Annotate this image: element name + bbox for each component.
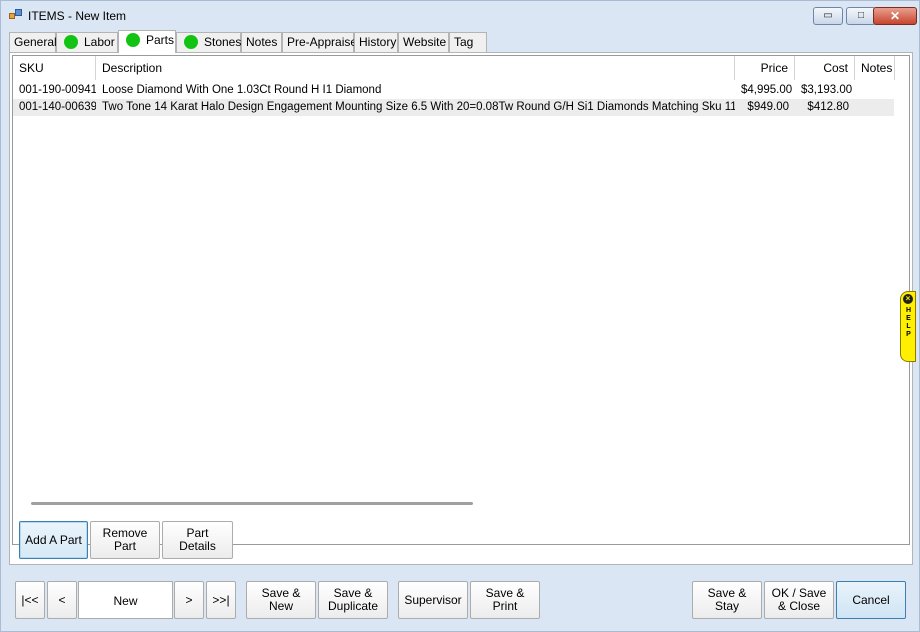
- tab-label: General: [14, 35, 57, 49]
- supervisor-button[interactable]: Supervisor: [398, 581, 468, 619]
- close-icon[interactable]: ×: [903, 294, 913, 304]
- cell-price: $949.00: [747, 101, 789, 113]
- maximize-button[interactable]: □: [846, 7, 876, 25]
- tab-parts[interactable]: Parts: [118, 30, 176, 53]
- add-part-button[interactable]: Add A Part: [19, 521, 88, 559]
- save-new-button[interactable]: Save & New: [246, 581, 316, 619]
- table-row[interactable]: 001-140-00639 Two Tone 14 Karat Halo Des…: [13, 99, 894, 116]
- tab-general[interactable]: General: [9, 32, 57, 52]
- parts-grid[interactable]: SKU Description Price Cost Notes 001-190…: [12, 55, 910, 545]
- horizontal-scrollbar[interactable]: [31, 502, 473, 505]
- last-record-button[interactable]: >>|: [206, 581, 236, 619]
- cell-price: $4,995.00: [741, 84, 793, 96]
- grid-header: SKU Description Price Cost Notes: [13, 56, 909, 80]
- ok-save-close-button[interactable]: OK / Save & Close: [764, 581, 834, 619]
- close-button[interactable]: ✕: [873, 7, 917, 25]
- tab-label: Labor: [84, 35, 115, 49]
- tab-history[interactable]: History: [354, 32, 398, 52]
- next-record-button[interactable]: >: [174, 581, 204, 619]
- tab-label: Parts: [146, 33, 175, 47]
- status-dot-icon: [126, 33, 140, 47]
- window-title: ITEMS - New Item: [28, 9, 127, 23]
- cell-cost: $3,193.00: [801, 84, 853, 96]
- save-print-button[interactable]: Save & Print: [470, 581, 540, 619]
- tab-tag[interactable]: Tag: [449, 32, 487, 52]
- cancel-button[interactable]: Cancel: [836, 581, 906, 619]
- tab-label: Website: [403, 35, 447, 49]
- tab-labor[interactable]: Labor: [56, 32, 118, 52]
- title-bar[interactable]: ITEMS - New Item ▭ □ ✕: [1, 1, 919, 29]
- minimize-button[interactable]: ▭: [813, 7, 843, 25]
- part-details-button[interactable]: Part Details: [162, 521, 233, 559]
- column-header-description[interactable]: Description: [96, 56, 735, 80]
- save-stay-button[interactable]: Save & Stay: [692, 581, 762, 619]
- cell-notes: [855, 82, 895, 99]
- column-header-sku[interactable]: SKU: [13, 56, 96, 80]
- tab-label: Notes: [246, 35, 278, 49]
- tab-label: Tag: [454, 35, 474, 49]
- remove-part-button[interactable]: Remove Part: [90, 521, 160, 559]
- tab-stones[interactable]: Stones: [176, 32, 241, 52]
- tab-website[interactable]: Website: [398, 32, 449, 52]
- tab-pre-appraise[interactable]: Pre-Appraise: [282, 32, 358, 52]
- cell-description: Loose Diamond With One 1.03Ct Round H I1…: [102, 84, 382, 96]
- items-window: ITEMS - New Item ▭ □ ✕ General Labor Par…: [0, 0, 920, 632]
- previous-record-button[interactable]: <: [47, 581, 77, 619]
- tab-label: Pre-Appraise: [287, 35, 358, 49]
- cell-cost: $412.80: [807, 101, 849, 113]
- help-tab[interactable]: × HELP: [900, 291, 916, 362]
- cell-description: Two Tone 14 Karat Halo Design Engagement…: [102, 101, 735, 113]
- first-record-button[interactable]: |<<: [15, 581, 45, 619]
- column-header-notes[interactable]: Notes: [855, 56, 895, 80]
- status-dot-icon: [64, 35, 78, 49]
- record-indicator: New: [78, 581, 173, 619]
- cell-sku: 001-140-00639: [19, 101, 96, 113]
- column-header-price[interactable]: Price: [735, 56, 795, 80]
- app-icon: [9, 9, 23, 21]
- parts-panel: SKU Description Price Cost Notes 001-190…: [9, 52, 913, 565]
- table-row[interactable]: 001-190-00941 Loose Diamond With One 1.0…: [13, 82, 894, 99]
- tab-notes[interactable]: Notes: [241, 32, 282, 52]
- help-label: HELP: [905, 307, 912, 339]
- save-duplicate-button[interactable]: Save & Duplicate: [318, 581, 388, 619]
- status-dot-icon: [184, 35, 198, 49]
- cell-notes: [855, 99, 895, 116]
- tab-label: History: [359, 35, 397, 49]
- tab-label: Stones: [204, 35, 242, 49]
- cell-sku: 001-190-00941: [19, 84, 96, 96]
- column-header-cost[interactable]: Cost: [795, 56, 855, 80]
